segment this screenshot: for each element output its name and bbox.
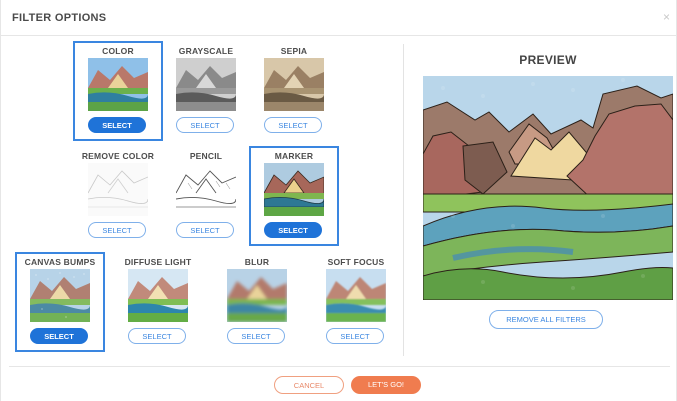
filter-thumbnail-pencil[interactable]: [176, 163, 236, 216]
select-button[interactable]: SELECT: [88, 117, 146, 133]
select-button[interactable]: SELECT: [30, 328, 88, 344]
filter-tile-diffuse-light[interactable]: DIFFUSE LIGHT SELECT: [113, 252, 203, 352]
filter-thumbnail-soft-focus[interactable]: [326, 269, 386, 322]
filter-thumbnail-grayscale[interactable]: [176, 58, 236, 111]
filter-label: REMOVE COLOR: [81, 151, 155, 161]
select-button[interactable]: SELECT: [227, 328, 285, 344]
filter-tile-blur[interactable]: BLUR SELECT: [212, 252, 302, 352]
preview-title: PREVIEW: [519, 53, 577, 67]
select-button[interactable]: SELECT: [176, 117, 234, 133]
filter-thumbnail-sepia[interactable]: [264, 58, 324, 111]
filter-tile-marker[interactable]: MARKER SELECT: [249, 146, 339, 246]
filter-thumbnail-canvas-bumps[interactable]: [30, 269, 90, 322]
filter-thumbnail-marker[interactable]: [264, 163, 324, 216]
close-icon[interactable]: ×: [663, 10, 670, 24]
filter-tile-pencil[interactable]: PENCIL SELECT: [161, 146, 251, 246]
filter-tile-color[interactable]: COLOR SELECT: [73, 41, 163, 141]
remove-all-filters-button[interactable]: REMOVE ALL FILTERS: [489, 310, 603, 329]
filter-thumbnail-diffuse-light[interactable]: [128, 269, 188, 322]
footer-divider: [9, 366, 670, 367]
filter-label: MARKER: [274, 151, 314, 161]
lets-go-button[interactable]: LET'S GO!: [351, 376, 421, 394]
select-button[interactable]: SELECT: [88, 222, 146, 238]
filter-thumbnail-remove-color[interactable]: [88, 163, 148, 216]
select-button[interactable]: SELECT: [264, 222, 322, 238]
filter-label: SOFT FOCUS: [327, 257, 385, 267]
filter-label: BLUR: [244, 257, 270, 267]
select-button[interactable]: SELECT: [264, 117, 322, 133]
filter-label: CANVAS BUMPS: [24, 257, 96, 267]
filter-thumbnail-color[interactable]: [88, 58, 148, 111]
dialog-title: FILTER OPTIONS: [12, 12, 107, 24]
filter-label: COLOR: [102, 46, 134, 56]
filter-tile-canvas-bumps[interactable]: CANVAS BUMPS SELECT: [15, 252, 105, 352]
filter-label: GRAYSCALE: [178, 46, 234, 56]
panel-divider: [403, 44, 404, 356]
filter-tile-grayscale[interactable]: GRAYSCALE SELECT: [161, 41, 251, 141]
cancel-button[interactable]: CANCEL: [274, 376, 344, 394]
filter-options-dialog: FILTER OPTIONS × COLOR SELECT GRAYSCALE …: [0, 0, 677, 401]
filter-thumbnail-blur[interactable]: [227, 269, 287, 322]
filter-tile-remove-color[interactable]: REMOVE COLOR SELECT: [73, 146, 163, 246]
filter-label: SEPIA: [280, 46, 308, 56]
preview-image: [423, 76, 673, 300]
filter-tile-soft-focus[interactable]: SOFT FOCUS SELECT: [311, 252, 401, 352]
select-button[interactable]: SELECT: [326, 328, 384, 344]
select-button[interactable]: SELECT: [176, 222, 234, 238]
dialog-header: FILTER OPTIONS ×: [1, 0, 677, 36]
filter-label: PENCIL: [189, 151, 223, 161]
filter-tile-sepia[interactable]: SEPIA SELECT: [249, 41, 339, 141]
select-button[interactable]: SELECT: [128, 328, 186, 344]
filter-label: DIFFUSE LIGHT: [124, 257, 192, 267]
